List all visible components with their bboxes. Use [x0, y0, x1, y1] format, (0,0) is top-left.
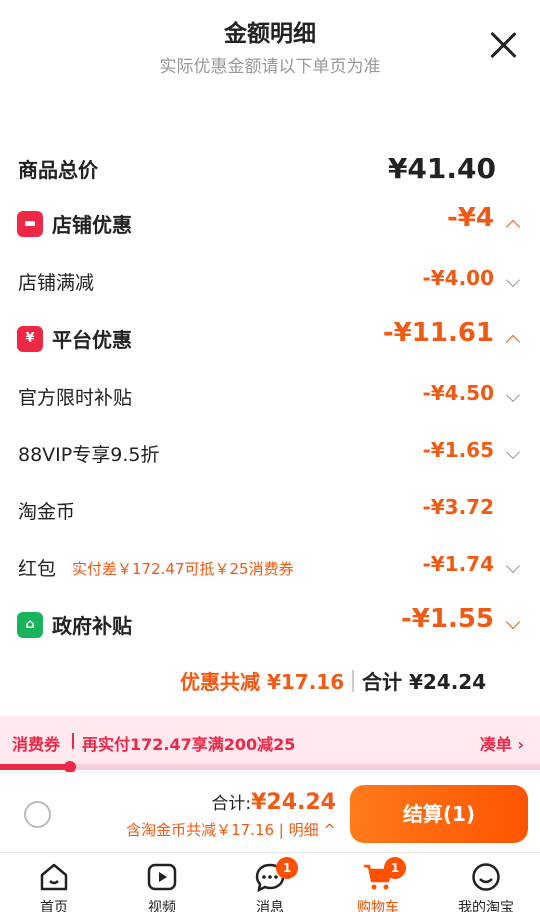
- coupon-progress-bar: [0, 761, 540, 773]
- tab-label: 首页: [40, 900, 68, 912]
- row-government-subsidy[interactable]: ⌂ 政府补贴 -¥1.55: [0, 604, 540, 644]
- coupon-title: 消费券: [12, 735, 61, 754]
- red-packet-hint: 实付差￥172.47可抵￥25消费券: [72, 560, 294, 578]
- row-official-subsidy[interactable]: 官方限时补贴 -¥4.50: [0, 377, 540, 417]
- coupon-banner[interactable]: 消费券 再实付172.47享满200减25 凑单 ›: [0, 716, 540, 766]
- select-all-radio[interactable]: [24, 801, 51, 828]
- sheet-title: 金额明细: [224, 21, 316, 47]
- row-store-discount[interactable]: ▬ 店铺优惠 -¥4: [0, 203, 540, 243]
- chevron-up-icon: ^: [323, 821, 336, 839]
- grand-total: 合计 ¥24.24: [362, 670, 487, 694]
- row-taojinbi: 淘金币 -¥3.72: [0, 491, 540, 531]
- row-amount: -¥4.50: [422, 381, 494, 405]
- add-items-link[interactable]: 凑单 ›: [480, 731, 524, 755]
- tab-label: 我的淘宝: [458, 900, 514, 912]
- row-88vip[interactable]: 88VIP专享9.5折 -¥1.65: [0, 434, 540, 474]
- store-icon: ▬: [17, 211, 43, 237]
- discount-text: 含淘金币共减￥17.16 | 明细: [126, 821, 319, 839]
- chevron-up-icon[interactable]: [505, 334, 521, 350]
- tab-label: 视频: [148, 900, 176, 912]
- coupon-text: 再实付172.47享满200减25: [82, 735, 296, 754]
- tab-video[interactable]: 视频: [108, 853, 216, 912]
- unread-badge: 1: [276, 857, 298, 879]
- chevron-down-icon[interactable]: [505, 558, 521, 574]
- total-label: 合计:: [211, 794, 252, 814]
- checkout-total: 合计:¥24.24: [211, 789, 336, 815]
- chevron-down-icon[interactable]: [505, 444, 521, 460]
- row-amount: -¥4: [447, 203, 494, 233]
- chevron-down-icon[interactable]: [505, 614, 521, 630]
- checkout-bar: 合计:¥24.24 含淘金币共减￥17.16 | 明细 ^ 结算(1): [0, 772, 540, 852]
- video-icon: [147, 863, 177, 891]
- row-label: 88VIP专享9.5折: [18, 444, 160, 466]
- tab-messages[interactable]: 1 消息: [216, 853, 324, 912]
- tab-label: 购物车: [357, 900, 399, 912]
- row-label: 淘金币: [18, 501, 76, 523]
- chevron-down-icon[interactable]: [505, 272, 521, 288]
- tab-home[interactable]: 首页: [0, 853, 108, 912]
- sheet-subtitle: 实际优惠金额请以下单页为准: [159, 57, 381, 77]
- checkout-button[interactable]: 结算(1): [350, 785, 528, 843]
- row-label: 红包: [18, 558, 57, 580]
- summary-bar: 优惠共减 ¥17.16 合计 ¥24.24: [0, 660, 540, 700]
- row-store-full-reduction[interactable]: 店铺满减 -¥4.00: [0, 262, 540, 302]
- tab-label: 消息: [256, 900, 284, 912]
- row-label: 店铺满减: [18, 272, 95, 294]
- house-icon: ⌂: [17, 612, 43, 638]
- sheet-header: 金额明细 实际优惠金额请以下单页为准: [0, 0, 540, 90]
- total-value: ¥24.24: [251, 790, 336, 815]
- checkout-discount-detail[interactable]: 含淘金币共减￥17.16 | 明细 ^: [126, 819, 336, 840]
- profile-icon: [472, 863, 500, 891]
- row-amount: -¥3.72: [422, 495, 494, 519]
- row-amount: -¥1.65: [422, 438, 494, 462]
- row-amount: -¥11.61: [382, 318, 494, 348]
- divider: [72, 733, 74, 749]
- row-amount: -¥1.55: [400, 604, 494, 634]
- chevron-down-icon[interactable]: [505, 387, 521, 403]
- total-discount: 优惠共减 ¥17.16: [180, 670, 345, 694]
- row-amount: -¥4.00: [422, 266, 494, 290]
- tab-cart[interactable]: 1 购物车: [324, 853, 432, 912]
- row-label: 商品总价: [18, 158, 98, 182]
- divider: [352, 670, 354, 692]
- tab-profile[interactable]: 我的淘宝: [432, 853, 540, 912]
- row-label: 政府补贴: [52, 614, 132, 638]
- bottom-tab-bar: 首页 视频 1 消息 1 购物车 我的淘宝: [0, 852, 540, 912]
- row-label: 官方限时补贴: [18, 387, 133, 409]
- row-total-price: 商品总价 ¥41.40: [0, 148, 540, 188]
- amount-detail-sheet: 金额明细 实际优惠金额请以下单页为准 商品总价 ¥41.40 ▬ 店铺优惠 -¥…: [0, 0, 540, 912]
- chevron-up-icon[interactable]: [505, 219, 521, 235]
- row-label: 平台优惠: [52, 328, 132, 352]
- progress-fill: [0, 764, 71, 770]
- cart-count-badge: 1: [384, 857, 406, 879]
- row-red-packet[interactable]: 红包 实付差￥172.47可抵￥25消费券 -¥1.74: [0, 548, 540, 588]
- home-icon: [40, 863, 68, 891]
- row-amount: -¥1.74: [422, 552, 494, 576]
- row-label: 店铺优惠: [52, 213, 132, 237]
- row-amount: ¥41.40: [387, 152, 496, 185]
- yuan-coupon-icon: ¥: [17, 326, 43, 352]
- row-platform-discount[interactable]: ¥ 平台优惠 -¥11.61: [0, 318, 540, 358]
- close-icon[interactable]: [488, 30, 518, 60]
